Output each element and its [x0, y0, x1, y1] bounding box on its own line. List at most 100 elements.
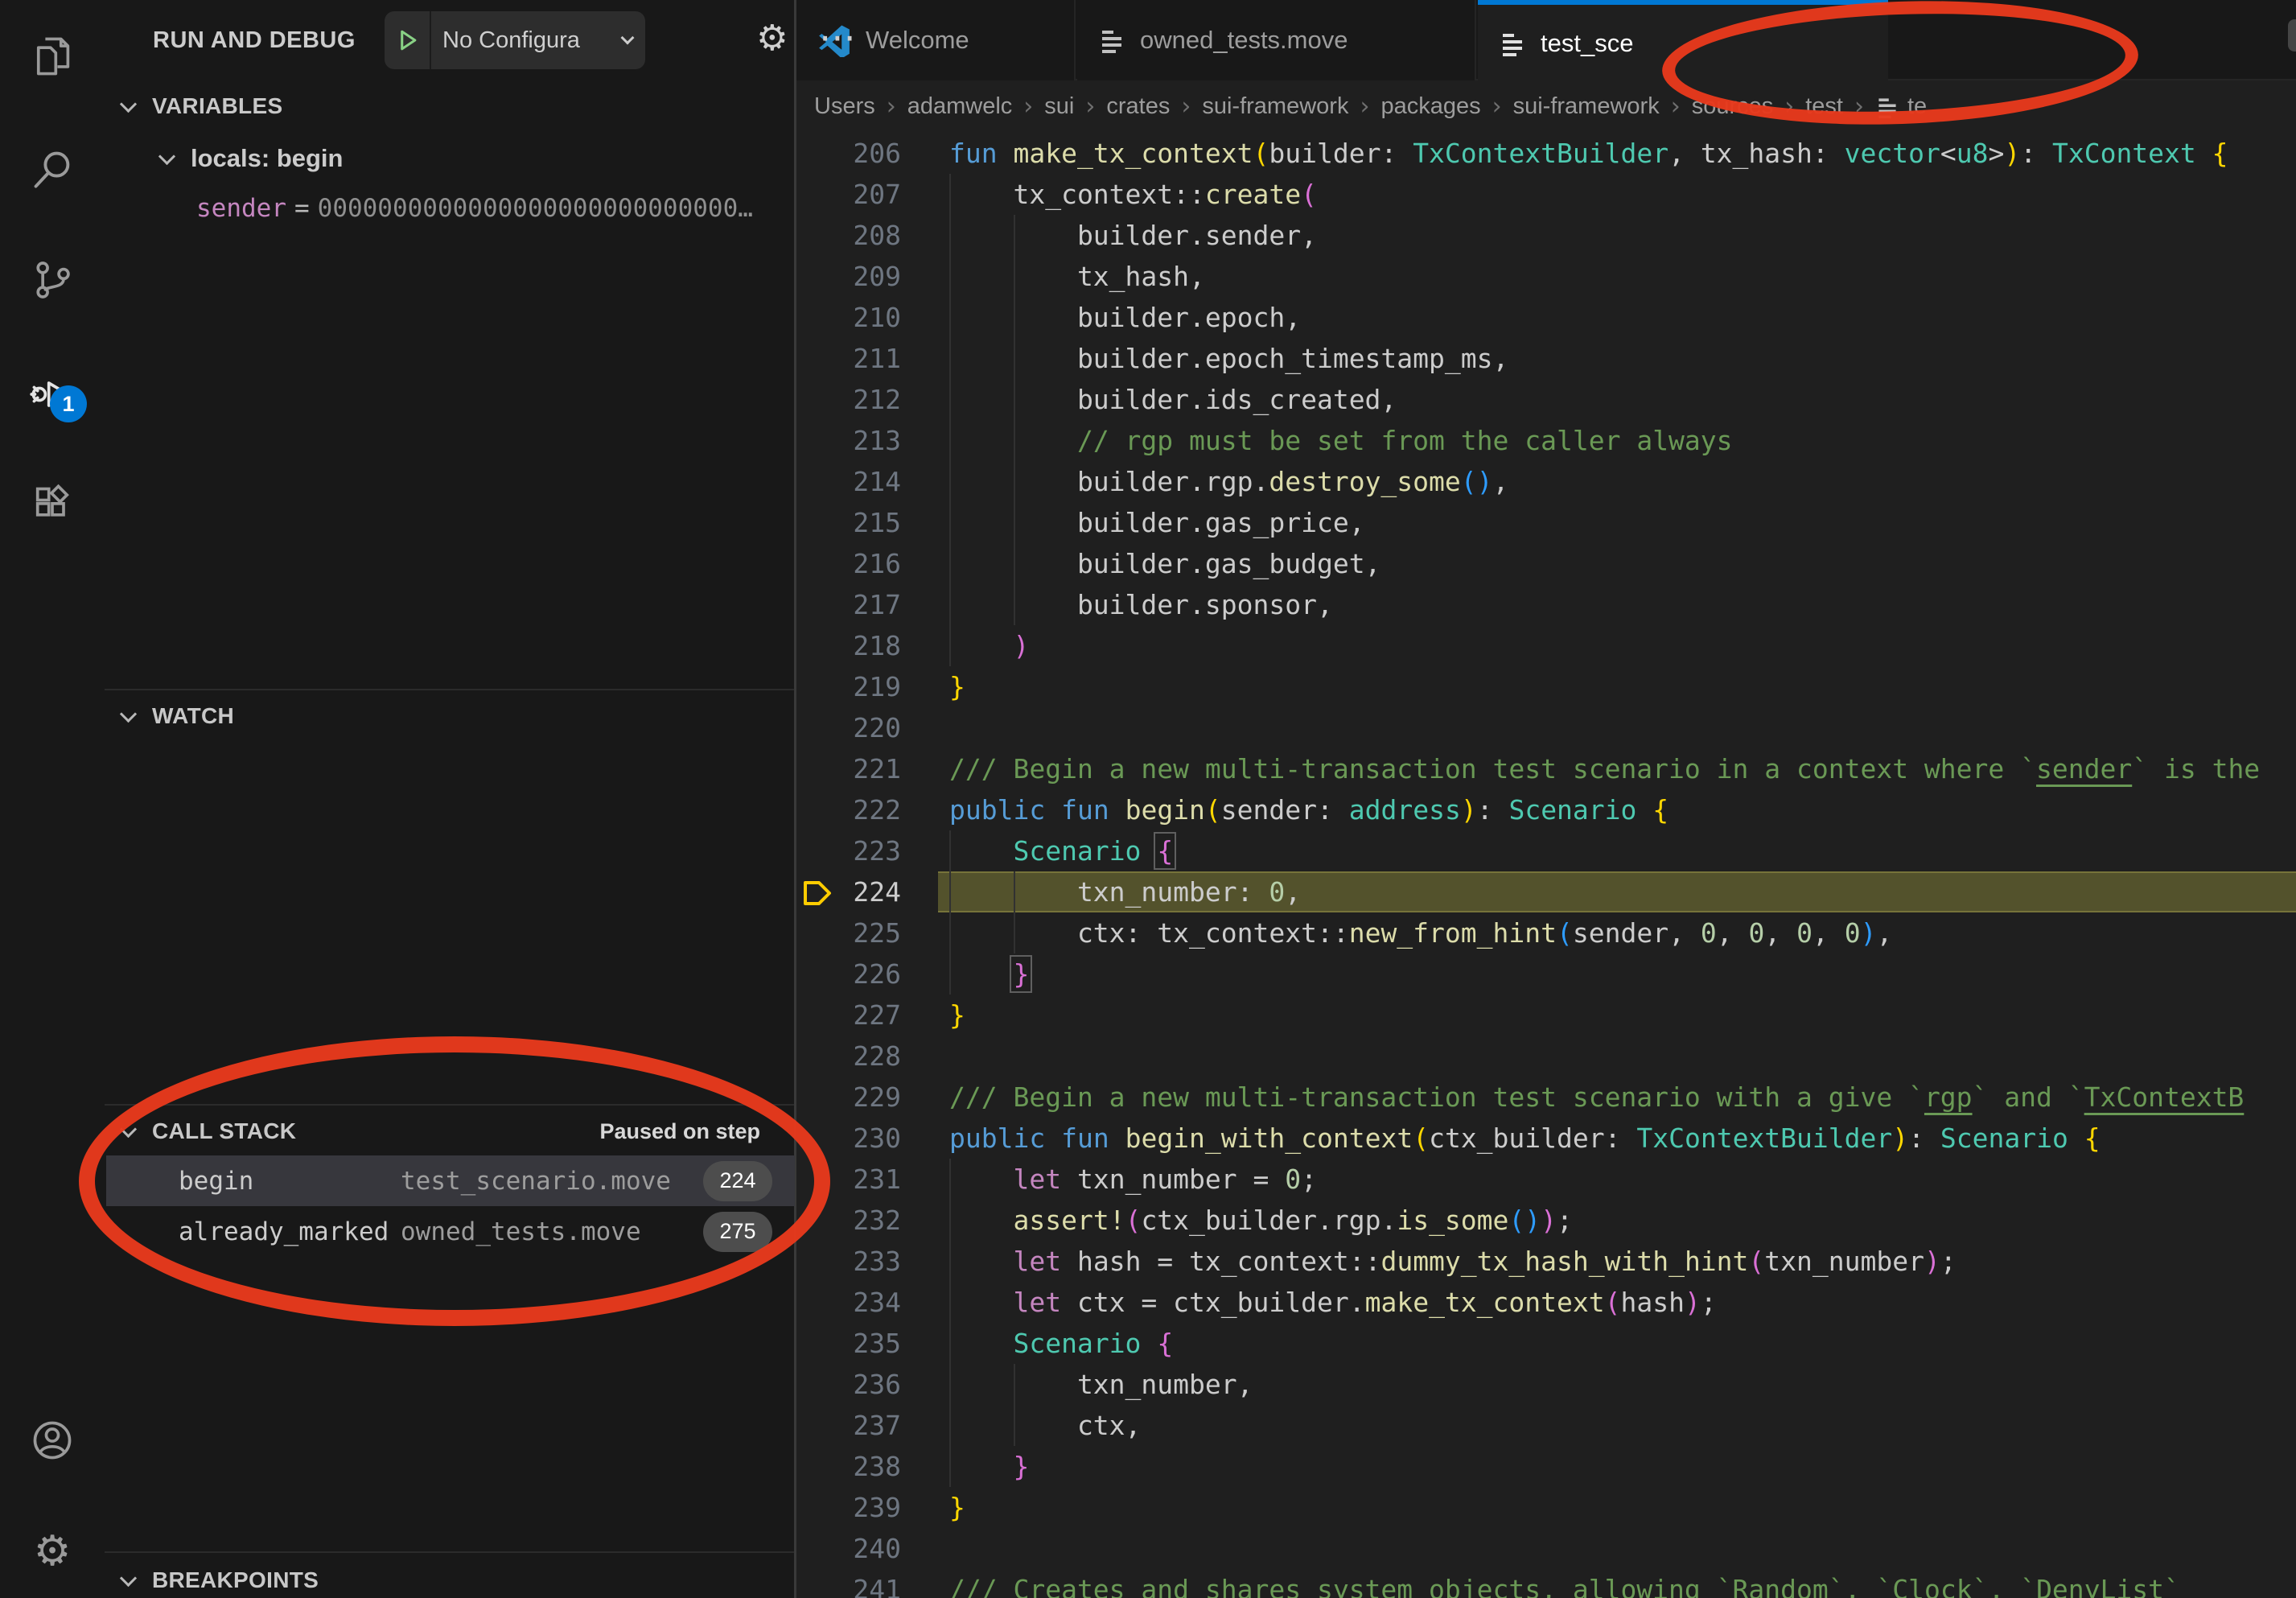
code-line[interactable]: 223 Scenario {: [796, 830, 2296, 871]
line-number[interactable]: 210: [796, 297, 901, 338]
code-line[interactable]: 238 }: [796, 1446, 2296, 1487]
code-line[interactable]: 213 // rgp must be set from the caller a…: [796, 420, 2296, 461]
breadcrumb-item[interactable]: packages: [1380, 93, 1480, 120]
debug-settings-gear-icon[interactable]: ⚙: [756, 0, 788, 77]
code-line[interactable]: 209 tx_hash,: [796, 256, 2296, 297]
code-line[interactable]: 224 txn_number: 0,: [796, 871, 2296, 912]
extensions-icon[interactable]: [0, 461, 105, 550]
variables-scope-row[interactable]: locals: begin: [105, 134, 794, 183]
line-number[interactable]: 206: [796, 133, 901, 174]
line-number[interactable]: 229: [796, 1077, 901, 1118]
code-line[interactable]: 218 ): [796, 625, 2296, 666]
breakpoints-section-header[interactable]: BREAKPOINTS: [105, 1556, 794, 1598]
code-line[interactable]: 237 ctx,: [796, 1405, 2296, 1446]
code-line[interactable]: 229/// Begin a new multi-transaction tes…: [796, 1077, 2296, 1118]
breadcrumb-item[interactable]: te: [1875, 93, 1927, 120]
line-number[interactable]: 227: [796, 995, 901, 1036]
line-number[interactable]: 218: [796, 625, 901, 666]
breadcrumb-item[interactable]: adamwelc: [907, 93, 1013, 120]
line-number[interactable]: 220: [796, 707, 901, 748]
code-line[interactable]: 212 builder.ids_created,: [796, 379, 2296, 420]
code-line[interactable]: 225 ctx: tx_context::new_from_hint(sende…: [796, 912, 2296, 953]
code-line[interactable]: 239}: [796, 1487, 2296, 1528]
code-line[interactable]: 219}: [796, 666, 2296, 707]
tab-test-scenario[interactable]: test_sce: [1478, 0, 1888, 82]
line-number[interactable]: 240: [796, 1528, 901, 1569]
tab-owned-tests[interactable]: owned_tests.move: [1077, 0, 1476, 80]
watch-section-header[interactable]: WATCH: [105, 692, 794, 740]
call-stack-frame[interactable]: begintest_scenario.move224: [106, 1155, 795, 1206]
code-line[interactable]: 227}: [796, 995, 2296, 1036]
line-number[interactable]: 217: [796, 584, 901, 625]
line-number[interactable]: 237: [796, 1405, 901, 1446]
code-line[interactable]: 210 builder.epoch,: [796, 297, 2296, 338]
line-number[interactable]: 241: [796, 1569, 901, 1598]
code-line[interactable]: 231 let txn_number = 0;: [796, 1159, 2296, 1200]
line-number[interactable]: 231: [796, 1159, 901, 1200]
line-number[interactable]: 228: [796, 1036, 901, 1077]
line-number[interactable]: 208: [796, 215, 901, 256]
line-number[interactable]: 219: [796, 666, 901, 707]
code-line[interactable]: 214 builder.rgp.destroy_some(),: [796, 461, 2296, 502]
explorer-icon[interactable]: [0, 12, 105, 101]
run-and-debug-icon[interactable]: 1: [0, 350, 105, 439]
code-line[interactable]: 220: [796, 707, 2296, 748]
code-line[interactable]: 228: [796, 1036, 2296, 1077]
line-number[interactable]: 239: [796, 1487, 901, 1528]
call-stack-frame[interactable]: already_markedowned_tests.move275: [106, 1206, 795, 1257]
line-number[interactable]: 214: [796, 461, 901, 502]
variables-section-header[interactable]: VARIABLES: [105, 82, 794, 130]
source-control-icon[interactable]: [0, 236, 105, 324]
breadcrumb-item[interactable]: sui-framework: [1202, 93, 1348, 120]
account-icon[interactable]: [0, 1396, 105, 1485]
code-line[interactable]: 232 assert!(ctx_builder.rgp.is_some());: [796, 1200, 2296, 1241]
line-number[interactable]: 213: [796, 420, 901, 461]
more-actions-icon[interactable]: ⋯: [819, 0, 856, 74]
code-line[interactable]: 207 tx_context::create(: [796, 174, 2296, 215]
code-line[interactable]: 235 Scenario {: [796, 1323, 2296, 1364]
code-line[interactable]: 221/// Begin a new multi-transaction tes…: [796, 748, 2296, 789]
line-number[interactable]: 238: [796, 1446, 901, 1487]
breadcrumb-item[interactable]: Users: [814, 93, 875, 120]
variable-row[interactable]: sender = 0000000000000000000000000000…: [105, 183, 794, 233]
code-line[interactable]: 222public fun begin(sender: address): Sc…: [796, 789, 2296, 830]
code-line[interactable]: 211 builder.epoch_timestamp_ms,: [796, 338, 2296, 379]
call-stack-section-header[interactable]: CALL STACK Paused on step: [105, 1107, 794, 1155]
line-number[interactable]: 212: [796, 379, 901, 420]
code-line[interactable]: 217 builder.sponsor,: [796, 584, 2296, 625]
breadcrumb-item[interactable]: test: [1805, 93, 1843, 120]
line-number[interactable]: 223: [796, 830, 901, 871]
code-line[interactable]: 234 let ctx = ctx_builder.make_tx_contex…: [796, 1282, 2296, 1323]
line-number[interactable]: 234: [796, 1282, 901, 1323]
line-number[interactable]: 215: [796, 502, 901, 543]
line-number[interactable]: 230: [796, 1118, 901, 1159]
line-number[interactable]: 232: [796, 1200, 901, 1241]
code-line[interactable]: 230public fun begin_with_context(ctx_bui…: [796, 1118, 2296, 1159]
breadcrumb-item[interactable]: sui: [1044, 93, 1074, 120]
code-line[interactable]: 226 }: [796, 953, 2296, 995]
code-line[interactable]: 206fun make_tx_context(builder: TxContex…: [796, 133, 2296, 174]
breadcrumb-item[interactable]: crates: [1106, 93, 1170, 120]
code-line[interactable]: 216 builder.gas_budget,: [796, 543, 2296, 584]
line-number[interactable]: 211: [796, 338, 901, 379]
code-line[interactable]: 236 txn_number,: [796, 1364, 2296, 1405]
line-number[interactable]: 216: [796, 543, 901, 584]
line-number[interactable]: 209: [796, 256, 901, 297]
debug-config-dropdown[interactable]: No Configura: [385, 11, 645, 69]
line-number[interactable]: 233: [796, 1241, 901, 1282]
breadcrumb-item[interactable]: sources: [1692, 93, 1774, 120]
code-line[interactable]: 240: [796, 1528, 2296, 1569]
code-line[interactable]: 215 builder.gas_price,: [796, 502, 2296, 543]
breadcrumb-item[interactable]: sui-framework: [1513, 93, 1660, 120]
line-number[interactable]: 222: [796, 789, 901, 830]
line-number[interactable]: 236: [796, 1364, 901, 1405]
line-number[interactable]: 235: [796, 1323, 901, 1364]
settings-gear-icon[interactable]: ⚙: [0, 1507, 105, 1596]
code-line[interactable]: 208 builder.sender,: [796, 215, 2296, 256]
code-line[interactable]: 233 let hash = tx_context::dummy_tx_hash…: [796, 1241, 2296, 1282]
code-line[interactable]: 241/// Creates and shares system objects…: [796, 1569, 2296, 1598]
start-debug-icon[interactable]: [385, 27, 430, 54]
line-number[interactable]: 226: [796, 953, 901, 995]
line-number[interactable]: 221: [796, 748, 901, 789]
search-icon[interactable]: [0, 125, 105, 213]
